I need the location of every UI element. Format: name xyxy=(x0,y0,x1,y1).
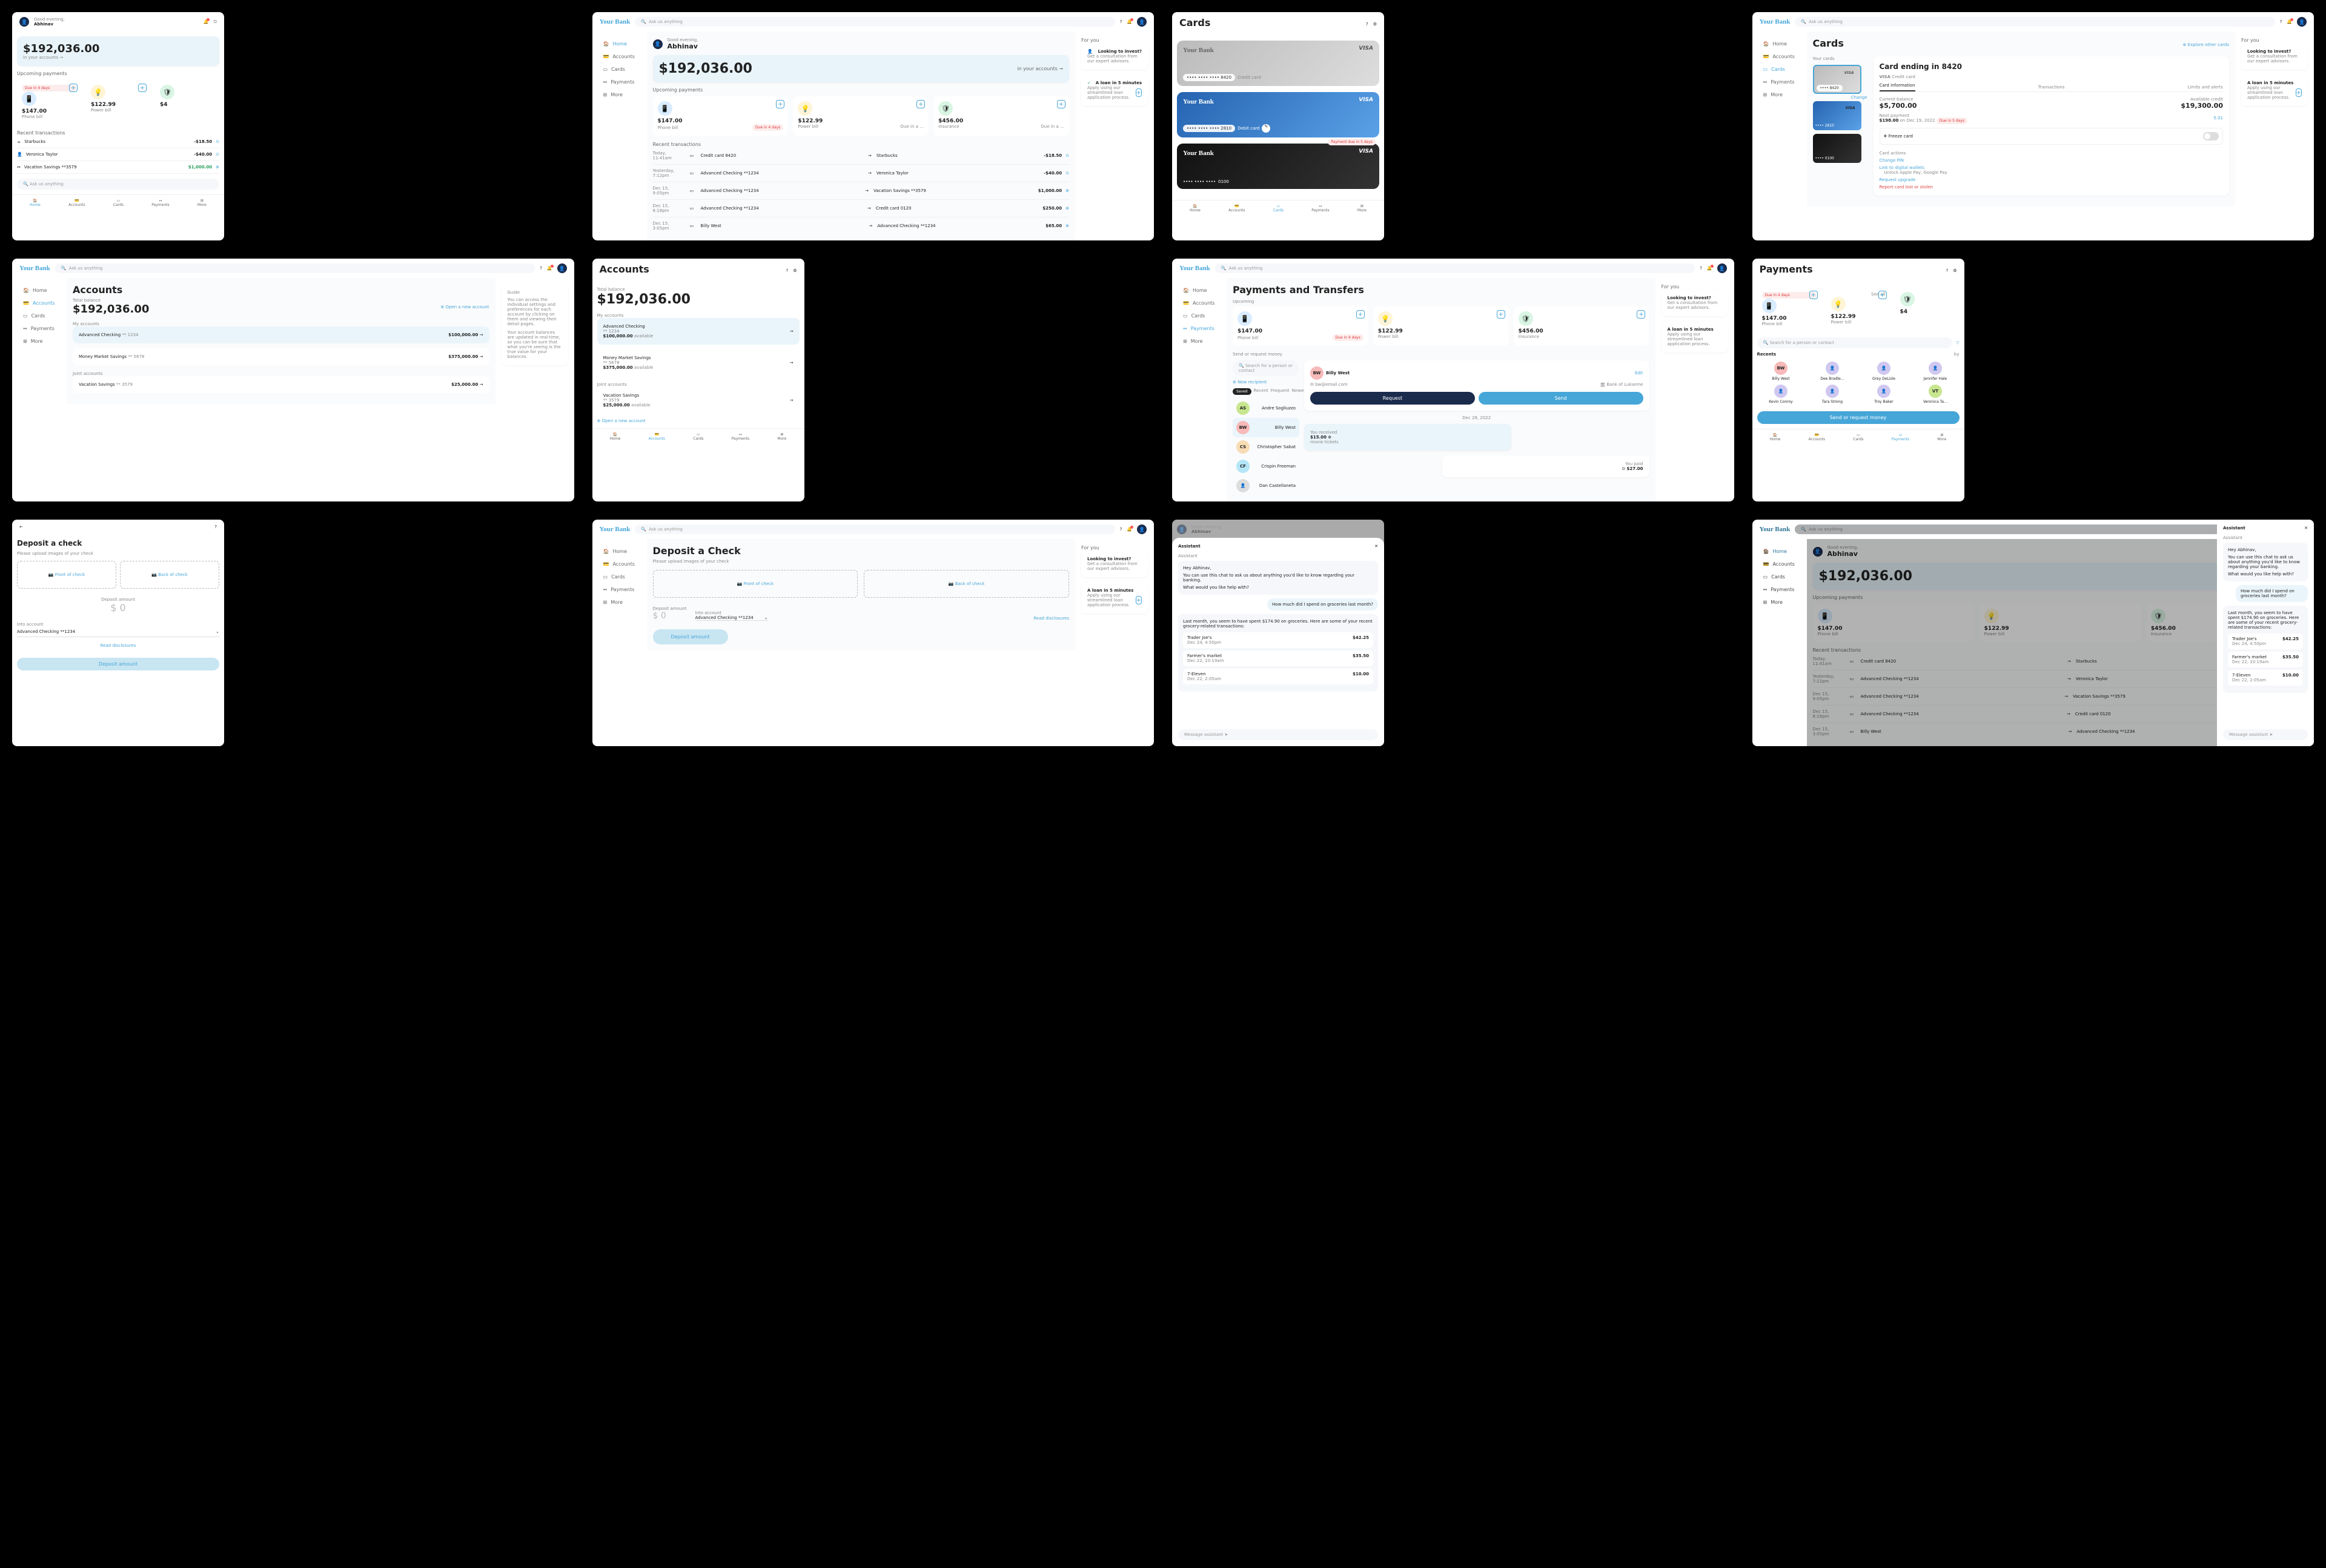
explore-link[interactable]: ⊕ Explore other cards xyxy=(2183,42,2229,47)
request-button[interactable]: Request xyxy=(1310,392,1475,405)
back-upload[interactable]: 📷 Back of check xyxy=(120,561,219,589)
tab-accounts[interactable]: 💳Accounts xyxy=(68,199,85,207)
assistant-input[interactable]: Message assistant ➤ xyxy=(2223,729,2308,740)
tab-home[interactable]: 🏠Home xyxy=(30,199,41,207)
sidebar-item-accounts[interactable]: 💳 Accounts xyxy=(598,50,641,63)
search-input[interactable]: 🔍 Ask us anything xyxy=(635,17,1115,27)
amount-input[interactable]: $ 0 xyxy=(17,602,219,614)
recipient-item[interactable]: 👤Dee Bradle… xyxy=(1809,362,1857,381)
balance-amount: $192,036.00 xyxy=(23,42,213,55)
sidebar-item-home[interactable]: 🏠 Home xyxy=(598,38,641,50)
expense-row: 7-ElevenDec 22, 2:05am$10.00 xyxy=(1183,669,1373,684)
front-upload[interactable]: 📷 Front of check xyxy=(17,561,116,589)
bell-icon[interactable]: 🔔 xyxy=(204,19,209,24)
credit-card[interactable]: Payment due in 5 days Your BankVISA ••••… xyxy=(1177,144,1379,189)
recipient-item[interactable]: 👤Dan Castellaneta xyxy=(1233,476,1299,495)
loan-card[interactable]: ✓A loan in 5 minutesApply using our stre… xyxy=(1081,74,1148,106)
recipient-item[interactable]: 👤Kevin Conroy xyxy=(1757,385,1805,404)
transaction-row[interactable]: Dec 15, 8:18pm▭Advanced Checking **1234→… xyxy=(653,200,1070,217)
expense-row: 7-ElevenDec 22, 2:05am$10.00 xyxy=(2228,670,2303,686)
expense-row: Trader Joe'sDec 24, 4:50pm$42.25 xyxy=(2228,633,2303,649)
help-icon[interactable]: ? xyxy=(1120,19,1122,24)
recipient-item[interactable]: BWBilly West xyxy=(1233,418,1299,437)
recipient-item[interactable]: 👤Tara Strong xyxy=(1809,385,1857,404)
logo[interactable]: Your Bank xyxy=(600,18,631,25)
close-icon[interactable]: ✕ xyxy=(2304,526,2308,531)
account-row[interactable]: Advanced Checking ** 1234$100,000.00 → xyxy=(73,326,489,343)
recipient-item[interactable]: 👤Grey DeLisle xyxy=(1860,362,1908,381)
expense-row: Trader Joe'sDec 24, 4:50pm$42.25 xyxy=(1183,632,1373,648)
recipient-item[interactable]: CSChristopher Sabat xyxy=(1233,437,1299,457)
deposit-button[interactable]: Deposit amount xyxy=(17,658,219,670)
recipient-item[interactable]: BWBilly West xyxy=(1757,362,1805,381)
transaction-row[interactable]: ☕Starbucks-$18.50⊙ xyxy=(17,136,219,148)
invest-card[interactable]: 👤Looking to invest?Get a consultation fr… xyxy=(1081,43,1148,70)
greeting-label: Good evening, xyxy=(34,17,65,22)
expense-row: Farmer's marketDec 22, 10:19am$35.50 xyxy=(2228,652,2303,667)
filter-icon[interactable]: ▽ xyxy=(1956,340,1959,345)
help-icon[interactable]: ? xyxy=(1366,22,1368,27)
transaction-row[interactable]: Today, 11:41am▭Credit card 8420→Starbuck… xyxy=(653,147,1070,165)
payment-card[interactable]: 💡 $122.99 Power bill + xyxy=(86,80,150,124)
recipient-item[interactable]: ASAndre Sogliuzzo xyxy=(1233,399,1299,418)
recipient-item[interactable]: VTVeronica Ta… xyxy=(1912,385,1960,404)
account-select[interactable]: Advanced Checking **1234⌄ xyxy=(17,627,219,637)
recipient-item[interactable]: 👤Jennifer Hale xyxy=(1912,362,1960,381)
search-input[interactable]: 🔍 Ask us anything xyxy=(17,179,219,190)
send-request-button[interactable]: Send or request money xyxy=(1757,411,1960,424)
bell-icon[interactable]: 🔔 xyxy=(1127,19,1132,24)
payment-card[interactable]: Due in 4 days 📱 $147.00 Phone bill + xyxy=(17,80,81,124)
help-icon[interactable]: ⎋ xyxy=(213,19,217,25)
expense-row: Farmer's marketDec 22, 10:19am$35.50 xyxy=(1183,650,1373,666)
gear-icon[interactable]: ⚙ xyxy=(1373,22,1377,27)
assistant-input[interactable]: Message assistant ➤ xyxy=(1178,729,1378,740)
open-account-link[interactable]: ⊕ Open a new account xyxy=(440,305,489,309)
upcoming-title: Upcoming payments xyxy=(17,71,219,76)
transaction-row[interactable]: Yesterday, 7:12pm▭Advanced Checking **12… xyxy=(653,165,1070,182)
transaction-row[interactable]: Dec 15, 9:05pm▭Advanced Checking **1234→… xyxy=(653,182,1070,200)
credit-card[interactable]: Your BankVISA •••• •••• •••• 2810Debit c… xyxy=(1177,92,1379,137)
back-icon[interactable]: ← xyxy=(19,524,23,529)
recipient-item[interactable]: 👤Troy Baker xyxy=(1860,385,1908,404)
recipient-item[interactable]: CFCrispin Freeman xyxy=(1233,457,1299,476)
tab-card-info[interactable]: Card information xyxy=(1880,83,1915,91)
greeting-name: Abhinav xyxy=(34,22,65,27)
send-button[interactable]: Send xyxy=(1479,392,1643,405)
add-icon[interactable]: + xyxy=(69,84,78,92)
avatar[interactable]: 👤 xyxy=(19,17,29,27)
freeze-toggle[interactable] xyxy=(2203,132,2219,141)
close-icon[interactable]: ✕ xyxy=(1374,544,1378,549)
avatar[interactable]: 👤 xyxy=(1137,17,1147,27)
transaction-row[interactable]: Dec 15, 3:05pm▭Billy West→Advanced Check… xyxy=(653,217,1070,234)
recipient-search[interactable]: 🔍 Search for a person or contact xyxy=(1233,360,1299,376)
credit-card[interactable]: Your BankVISA •••• •••• •••• 8420Credit … xyxy=(1177,41,1379,86)
